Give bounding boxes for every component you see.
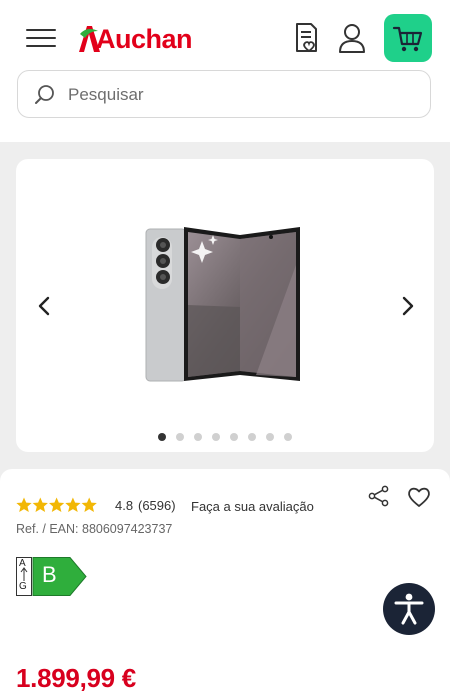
chevron-left-icon[interactable] bbox=[34, 295, 56, 317]
energy-scale-top: A bbox=[19, 558, 26, 569]
carousel-dot[interactable] bbox=[284, 433, 292, 441]
chevron-right-icon[interactable] bbox=[396, 295, 418, 317]
carousel-dot[interactable] bbox=[266, 433, 274, 441]
rating-value: 4.8 bbox=[115, 498, 134, 513]
share-icon[interactable] bbox=[368, 485, 390, 507]
product-gallery bbox=[16, 159, 434, 452]
energy-scale-bottom: G bbox=[19, 581, 27, 592]
write-review-link[interactable]: Faça a sua avaliação bbox=[191, 499, 314, 514]
energy-label[interactable]: A G B bbox=[16, 557, 88, 597]
carousel-dot[interactable] bbox=[176, 433, 184, 441]
user-icon[interactable] bbox=[336, 20, 368, 56]
carousel-dot[interactable] bbox=[212, 433, 220, 441]
cart-button[interactable] bbox=[384, 14, 432, 62]
carousel-dot[interactable] bbox=[194, 433, 202, 441]
accessibility-button[interactable] bbox=[383, 583, 435, 635]
rating-stars bbox=[16, 497, 97, 512]
header: Auchan bbox=[0, 0, 450, 142]
menu-icon[interactable] bbox=[26, 26, 56, 50]
carousel-dot[interactable] bbox=[248, 433, 256, 441]
product-price: 1.899,99 € bbox=[16, 663, 136, 693]
product-ref: Ref. / EAN: 8806097423737 bbox=[16, 522, 173, 536]
search-icon bbox=[35, 85, 54, 104]
search-input[interactable] bbox=[66, 81, 410, 109]
carousel-dot[interactable] bbox=[158, 433, 166, 441]
auchan-logo[interactable]: Auchan bbox=[76, 22, 193, 56]
review-count: (6596) bbox=[138, 498, 176, 513]
accessibility-icon bbox=[394, 593, 424, 625]
shopping-list-icon[interactable] bbox=[290, 20, 322, 56]
heart-icon[interactable] bbox=[406, 485, 432, 509]
product-image[interactable] bbox=[144, 225, 304, 387]
carousel-dots bbox=[16, 433, 434, 443]
cart-icon bbox=[392, 26, 423, 52]
carousel-dot[interactable] bbox=[230, 433, 238, 441]
product-info: 4.8 (6596) Faça a sua avaliação Ref. / E… bbox=[0, 469, 450, 699]
logo-text: Auchan bbox=[96, 24, 193, 54]
energy-class: B bbox=[42, 562, 57, 587]
search-bar[interactable] bbox=[17, 70, 431, 118]
